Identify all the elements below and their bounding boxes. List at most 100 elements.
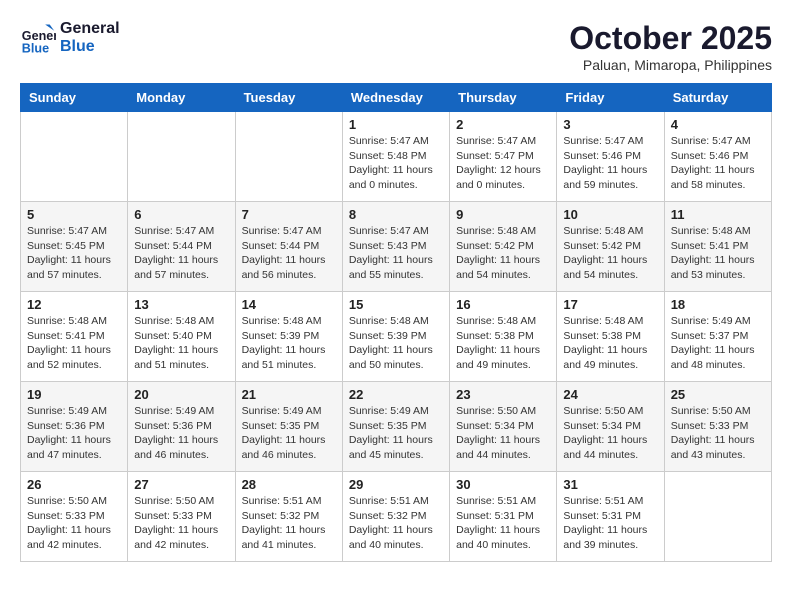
day-cell: 3 Sunrise: 5:47 AM Sunset: 5:46 PM Daylig… <box>557 112 664 202</box>
month-title: October 2025 <box>569 20 772 57</box>
day-info: Sunrise: 5:51 AM Sunset: 5:31 PM Dayligh… <box>563 494 657 553</box>
day-number: 19 <box>27 387 121 402</box>
day-cell: 1 Sunrise: 5:47 AM Sunset: 5:48 PM Daylig… <box>342 112 449 202</box>
day-cell: 27Sunrise: 5:50 AM Sunset: 5:33 PM Dayli… <box>128 472 235 562</box>
day-cell: 21Sunrise: 5:49 AM Sunset: 5:35 PM Dayli… <box>235 382 342 472</box>
day-cell <box>128 112 235 202</box>
day-cell: 18Sunrise: 5:49 AM Sunset: 5:37 PM Dayli… <box>664 292 771 382</box>
day-cell: 30 Sunrise: 5:51 AM Sunset: 5:31 PM Dayli… <box>450 472 557 562</box>
week-row-4: 19 Sunrise: 5:49 AM Sunset: 5:36 PM Dayli… <box>21 382 772 472</box>
day-number: 8 <box>349 207 443 222</box>
day-cell <box>664 472 771 562</box>
day-number: 21 <box>242 387 336 402</box>
calendar: SundayMondayTuesdayWednesdayThursdayFrid… <box>20 83 772 562</box>
day-cell: 15Sunrise: 5:48 AM Sunset: 5:39 PM Dayli… <box>342 292 449 382</box>
day-info: Sunrise: 5:47 AM Sunset: 5:45 PM Dayligh… <box>27 224 121 283</box>
day-cell: 11 Sunrise: 5:48 AM Sunset: 5:41 PM Dayli… <box>664 202 771 292</box>
day-info: Sunrise: 5:49 AM Sunset: 5:36 PM Dayligh… <box>27 404 121 463</box>
day-info: Sunrise: 5:48 AM Sunset: 5:39 PM Dayligh… <box>242 314 336 373</box>
logo-icon: General Blue <box>20 20 56 56</box>
day-number: 27 <box>134 477 228 492</box>
day-cell: 17 Sunrise: 5:48 AM Sunset: 5:38 PM Dayli… <box>557 292 664 382</box>
col-header-monday: Monday <box>128 84 235 112</box>
day-number: 17 <box>563 297 657 312</box>
day-cell: 29 Sunrise: 5:51 AM Sunset: 5:32 PM Dayli… <box>342 472 449 562</box>
day-number: 13 <box>134 297 228 312</box>
subtitle: Paluan, Mimaropa, Philippines <box>569 57 772 73</box>
day-cell: 20Sunrise: 5:49 AM Sunset: 5:36 PM Dayli… <box>128 382 235 472</box>
title-block: October 2025 Paluan, Mimaropa, Philippin… <box>569 20 772 73</box>
day-info: Sunrise: 5:47 AM Sunset: 5:47 PM Dayligh… <box>456 134 550 193</box>
day-info: Sunrise: 5:50 AM Sunset: 5:34 PM Dayligh… <box>563 404 657 463</box>
day-number: 31 <box>563 477 657 492</box>
day-info: Sunrise: 5:50 AM Sunset: 5:33 PM Dayligh… <box>27 494 121 553</box>
day-info: Sunrise: 5:48 AM Sunset: 5:41 PM Dayligh… <box>27 314 121 373</box>
day-cell: 28 Sunrise: 5:51 AM Sunset: 5:32 PM Dayli… <box>235 472 342 562</box>
day-cell: 2 Sunrise: 5:47 AM Sunset: 5:47 PM Daylig… <box>450 112 557 202</box>
day-number: 5 <box>27 207 121 222</box>
day-cell: 12 Sunrise: 5:48 AM Sunset: 5:41 PM Dayli… <box>21 292 128 382</box>
day-number: 4 <box>671 117 765 132</box>
week-row-1: 1 Sunrise: 5:47 AM Sunset: 5:48 PM Daylig… <box>21 112 772 202</box>
logo-line1: General <box>60 20 120 38</box>
week-row-2: 5 Sunrise: 5:47 AM Sunset: 5:45 PM Daylig… <box>21 202 772 292</box>
day-cell: 24 Sunrise: 5:50 AM Sunset: 5:34 PM Dayli… <box>557 382 664 472</box>
day-number: 16 <box>456 297 550 312</box>
day-cell: 14 Sunrise: 5:48 AM Sunset: 5:39 PM Dayli… <box>235 292 342 382</box>
day-info: Sunrise: 5:47 AM Sunset: 5:43 PM Dayligh… <box>349 224 443 283</box>
day-cell: 23 Sunrise: 5:50 AM Sunset: 5:34 PM Dayli… <box>450 382 557 472</box>
day-number: 2 <box>456 117 550 132</box>
day-info: Sunrise: 5:51 AM Sunset: 5:32 PM Dayligh… <box>349 494 443 553</box>
day-number: 29 <box>349 477 443 492</box>
svg-text:Blue: Blue <box>22 41 49 55</box>
col-header-wednesday: Wednesday <box>342 84 449 112</box>
day-info: Sunrise: 5:47 AM Sunset: 5:44 PM Dayligh… <box>242 224 336 283</box>
col-header-tuesday: Tuesday <box>235 84 342 112</box>
day-number: 12 <box>27 297 121 312</box>
day-number: 20 <box>134 387 228 402</box>
day-number: 23 <box>456 387 550 402</box>
day-number: 22 <box>349 387 443 402</box>
day-info: Sunrise: 5:47 AM Sunset: 5:44 PM Dayligh… <box>134 224 228 283</box>
day-info: Sunrise: 5:51 AM Sunset: 5:31 PM Dayligh… <box>456 494 550 553</box>
day-number: 10 <box>563 207 657 222</box>
day-info: Sunrise: 5:47 AM Sunset: 5:46 PM Dayligh… <box>563 134 657 193</box>
day-number: 14 <box>242 297 336 312</box>
day-info: Sunrise: 5:50 AM Sunset: 5:34 PM Dayligh… <box>456 404 550 463</box>
day-number: 3 <box>563 117 657 132</box>
day-number: 18 <box>671 297 765 312</box>
day-number: 24 <box>563 387 657 402</box>
day-cell: 8 Sunrise: 5:47 AM Sunset: 5:43 PM Daylig… <box>342 202 449 292</box>
day-cell: 4 Sunrise: 5:47 AM Sunset: 5:46 PM Daylig… <box>664 112 771 202</box>
day-cell <box>235 112 342 202</box>
day-info: Sunrise: 5:51 AM Sunset: 5:32 PM Dayligh… <box>242 494 336 553</box>
day-cell: 7Sunrise: 5:47 AM Sunset: 5:44 PM Daylig… <box>235 202 342 292</box>
day-number: 15 <box>349 297 443 312</box>
day-number: 25 <box>671 387 765 402</box>
page-header: General Blue General Blue October 2025 P… <box>20 20 772 73</box>
day-cell <box>21 112 128 202</box>
day-info: Sunrise: 5:48 AM Sunset: 5:41 PM Dayligh… <box>671 224 765 283</box>
week-row-3: 12 Sunrise: 5:48 AM Sunset: 5:41 PM Dayli… <box>21 292 772 382</box>
day-info: Sunrise: 5:47 AM Sunset: 5:48 PM Dayligh… <box>349 134 443 193</box>
day-number: 30 <box>456 477 550 492</box>
day-number: 11 <box>671 207 765 222</box>
day-number: 6 <box>134 207 228 222</box>
day-cell: 9Sunrise: 5:48 AM Sunset: 5:42 PM Daylig… <box>450 202 557 292</box>
col-header-thursday: Thursday <box>450 84 557 112</box>
day-info: Sunrise: 5:49 AM Sunset: 5:35 PM Dayligh… <box>349 404 443 463</box>
day-number: 1 <box>349 117 443 132</box>
day-info: Sunrise: 5:50 AM Sunset: 5:33 PM Dayligh… <box>671 404 765 463</box>
day-cell: 16 Sunrise: 5:48 AM Sunset: 5:38 PM Dayli… <box>450 292 557 382</box>
col-header-saturday: Saturday <box>664 84 771 112</box>
day-info: Sunrise: 5:47 AM Sunset: 5:46 PM Dayligh… <box>671 134 765 193</box>
day-info: Sunrise: 5:48 AM Sunset: 5:38 PM Dayligh… <box>563 314 657 373</box>
day-cell: 19 Sunrise: 5:49 AM Sunset: 5:36 PM Dayli… <box>21 382 128 472</box>
day-number: 28 <box>242 477 336 492</box>
week-row-5: 26Sunrise: 5:50 AM Sunset: 5:33 PM Dayli… <box>21 472 772 562</box>
day-cell: 25 Sunrise: 5:50 AM Sunset: 5:33 PM Dayli… <box>664 382 771 472</box>
day-info: Sunrise: 5:48 AM Sunset: 5:38 PM Dayligh… <box>456 314 550 373</box>
col-header-friday: Friday <box>557 84 664 112</box>
day-info: Sunrise: 5:48 AM Sunset: 5:42 PM Dayligh… <box>456 224 550 283</box>
day-cell: 22 Sunrise: 5:49 AM Sunset: 5:35 PM Dayli… <box>342 382 449 472</box>
